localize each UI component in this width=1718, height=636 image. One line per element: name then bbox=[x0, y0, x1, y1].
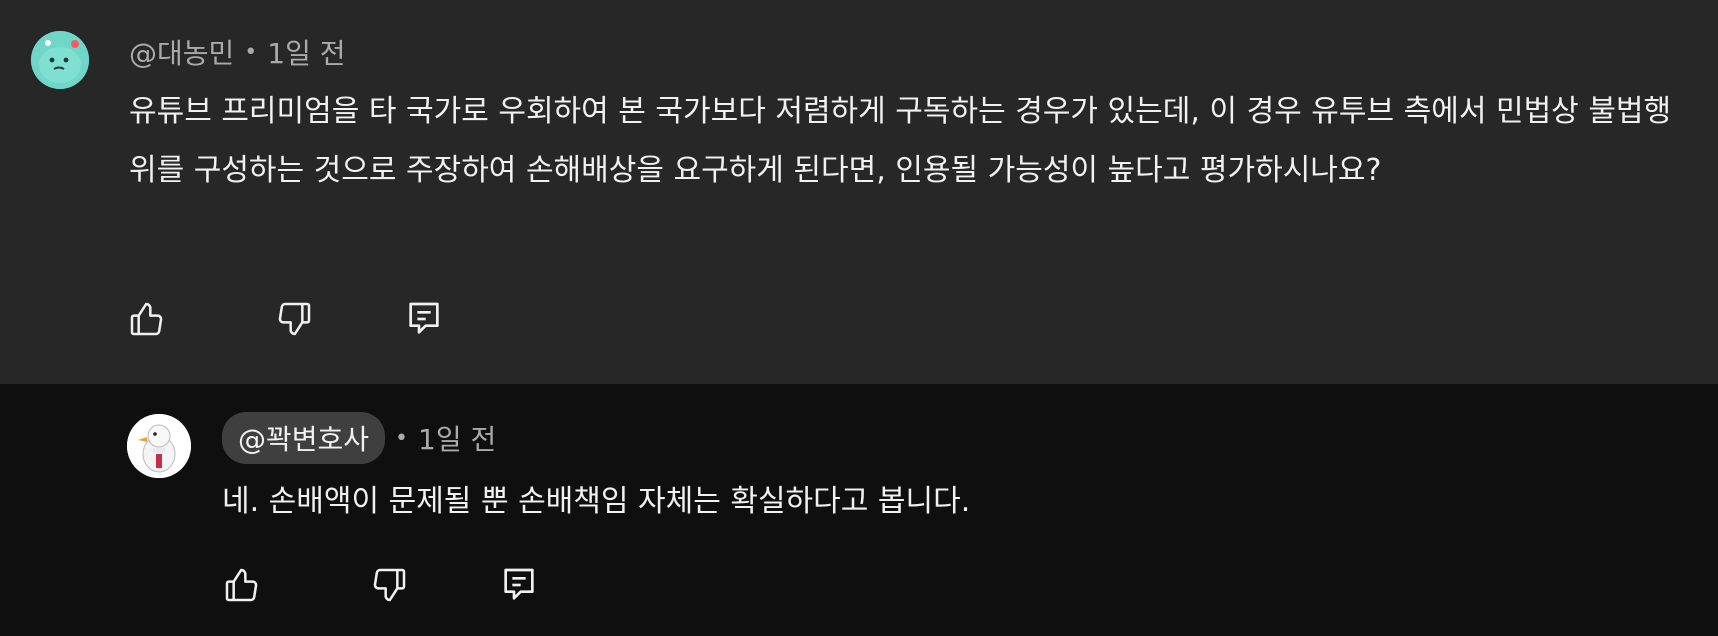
comment-thread-top: @대농민 • 1일 전 유튜브 프리미엄을 타 국가로 우회하여 본 국가보다 … bbox=[0, 0, 1718, 384]
reply-button[interactable] bbox=[497, 563, 541, 607]
avatar[interactable] bbox=[31, 31, 89, 89]
avatar-image bbox=[127, 414, 191, 478]
dislike-button[interactable] bbox=[367, 563, 411, 607]
timestamp[interactable]: 1일 전 bbox=[267, 32, 345, 72]
reply-icon bbox=[504, 568, 534, 600]
like-button[interactable] bbox=[220, 563, 264, 607]
separator: • bbox=[395, 425, 409, 451]
comment-meta: @꽉변호사 • 1일 전 bbox=[222, 412, 496, 464]
comment-meta: @대농민 • 1일 전 bbox=[129, 32, 346, 72]
comment-actions bbox=[125, 297, 446, 341]
avatar-image bbox=[31, 31, 89, 89]
avatar[interactable] bbox=[127, 414, 191, 478]
thumbs-down-icon bbox=[278, 302, 311, 336]
reply-button[interactable] bbox=[402, 297, 446, 341]
timestamp[interactable]: 1일 전 bbox=[418, 418, 496, 458]
like-button[interactable] bbox=[125, 297, 169, 341]
comment-text: 유튜브 프리미엄을 타 국가로 우회하여 본 국가보다 저렴하게 구독하는 경우… bbox=[129, 94, 1672, 188]
reply-icon bbox=[409, 302, 439, 334]
separator: • bbox=[244, 39, 258, 65]
thumbs-up-icon bbox=[130, 302, 163, 336]
comment-text: 네. 손배액이 문제될 뿐 손배책임 자체는 확실하다고 봅니다. bbox=[222, 484, 971, 519]
thumbs-up-icon bbox=[225, 568, 258, 602]
author-handle[interactable]: @대농민 bbox=[129, 32, 234, 72]
thumbs-down-icon bbox=[373, 568, 406, 602]
author-handle[interactable]: @꽉변호사 bbox=[222, 412, 386, 464]
comment-thread-reply: @꽉변호사 • 1일 전 네. 손배액이 문제될 뿐 손배책임 자체는 확실하다… bbox=[0, 384, 1718, 636]
comment-actions bbox=[220, 563, 541, 607]
dislike-button[interactable] bbox=[272, 297, 316, 341]
